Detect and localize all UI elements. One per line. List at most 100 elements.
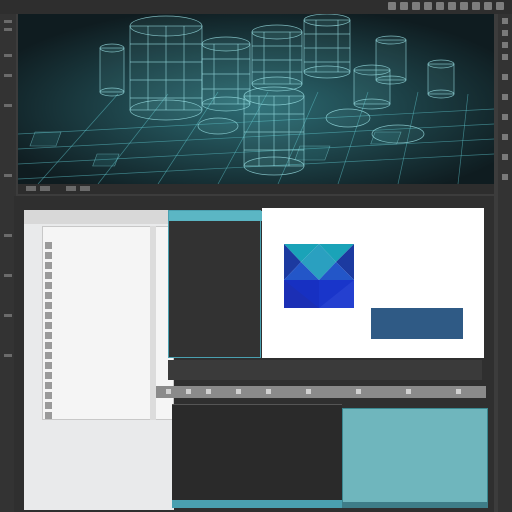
disc: [371, 124, 425, 144]
list-item[interactable]: [43, 371, 153, 380]
layer-icon: [45, 272, 52, 279]
rail-icon[interactable]: [4, 274, 12, 277]
rail-icon[interactable]: [502, 174, 508, 180]
rail-icon[interactable]: [4, 54, 12, 57]
toolbar-button[interactable]: [186, 389, 191, 394]
tool-icon[interactable]: [436, 2, 444, 10]
list-item[interactable]: [43, 261, 153, 270]
toolbar-button[interactable]: [456, 389, 461, 394]
layer-icon: [45, 252, 52, 259]
rail-icon[interactable]: [502, 74, 508, 80]
rail-icon[interactable]: [502, 30, 508, 36]
rail-icon[interactable]: [502, 18, 508, 24]
tool-icon[interactable]: [424, 2, 432, 10]
top-toolbar: [0, 0, 512, 14]
rail-icon[interactable]: [4, 104, 12, 107]
disc: [197, 117, 239, 135]
rail-icon[interactable]: [4, 28, 12, 31]
layer-icon: [45, 302, 52, 309]
toolbar-button[interactable]: [306, 389, 311, 394]
layer-icon: [45, 282, 52, 289]
list-item[interactable]: [43, 361, 153, 370]
cylinder: [303, 14, 351, 79]
teal-status-bar: [342, 502, 488, 508]
code-tab[interactable]: [169, 211, 262, 221]
list-item[interactable]: [43, 311, 153, 320]
rail-icon[interactable]: [4, 20, 12, 23]
cylinder: [243, 86, 305, 176]
list-item[interactable]: [43, 391, 153, 400]
layer-icon: [45, 342, 52, 349]
toolbar-icons: [388, 2, 504, 10]
rail-icon[interactable]: [4, 174, 12, 177]
code-editor[interactable]: [168, 210, 262, 358]
tool-icon[interactable]: [460, 2, 468, 10]
layer-icon: [45, 412, 52, 419]
teal-preview-panel[interactable]: [342, 408, 488, 506]
cylinder: [427, 59, 455, 99]
right-tool-rail: [498, 14, 512, 512]
toolbar-button[interactable]: [206, 389, 211, 394]
rail-icon[interactable]: [502, 114, 508, 120]
left-panel: [24, 210, 174, 510]
layer-icon: [45, 382, 52, 389]
rail-icon[interactable]: [502, 54, 508, 60]
toolbar-button[interactable]: [266, 389, 271, 394]
cylinder: [251, 24, 303, 92]
list-item[interactable]: [43, 351, 153, 360]
preview-panel: [262, 208, 484, 358]
toolbar-button[interactable]: [406, 389, 411, 394]
tool-icon[interactable]: [472, 2, 480, 10]
list-item[interactable]: [43, 381, 153, 390]
layer-icon: [45, 332, 52, 339]
rail-icon[interactable]: [502, 154, 508, 160]
status-icon[interactable]: [80, 186, 90, 191]
layer-icon: [45, 312, 52, 319]
rail-icon[interactable]: [4, 314, 12, 317]
layer-icon: [45, 292, 52, 299]
list-item[interactable]: [43, 291, 153, 300]
rail-icon[interactable]: [4, 74, 12, 77]
left-panel-header: [24, 210, 174, 224]
rail-icon[interactable]: [502, 94, 508, 100]
list-item[interactable]: [43, 341, 153, 350]
tool-icon[interactable]: [412, 2, 420, 10]
list-item[interactable]: [43, 241, 153, 250]
preview-color-block[interactable]: [371, 308, 463, 339]
tool-icon[interactable]: [388, 2, 396, 10]
status-icon[interactable]: [66, 186, 76, 191]
status-icon[interactable]: [26, 186, 36, 191]
toolbar-button[interactable]: [356, 389, 361, 394]
layer-icon: [45, 362, 52, 369]
list-item[interactable]: [43, 331, 153, 340]
cylinder: [99, 43, 125, 97]
terminal-panel[interactable]: [172, 404, 342, 504]
list-item[interactable]: [43, 401, 153, 410]
list-item[interactable]: [43, 271, 153, 280]
toolbar-button[interactable]: [236, 389, 241, 394]
list-item[interactable]: [43, 301, 153, 310]
list-item[interactable]: [43, 251, 153, 260]
geometric-logo: [284, 244, 354, 308]
layer-icon: [45, 392, 52, 399]
3d-viewport[interactable]: [18, 14, 494, 184]
list-item[interactable]: [43, 281, 153, 290]
cylinder: [201, 36, 251, 112]
rail-icon[interactable]: [4, 354, 12, 357]
status-icon[interactable]: [40, 186, 50, 191]
tool-icon[interactable]: [400, 2, 408, 10]
layer-icon: [45, 242, 52, 249]
rail-icon[interactable]: [502, 134, 508, 140]
tool-icon[interactable]: [496, 2, 504, 10]
app-window: [0, 0, 512, 512]
toolbar-button[interactable]: [166, 389, 171, 394]
list-item[interactable]: [43, 411, 153, 420]
rail-icon[interactable]: [4, 234, 12, 237]
rail-icon[interactable]: [502, 42, 508, 48]
terminal-toolbar: [156, 386, 486, 398]
list-item[interactable]: [43, 321, 153, 330]
tool-icon[interactable]: [484, 2, 492, 10]
tool-icon[interactable]: [448, 2, 456, 10]
layer-icon: [45, 352, 52, 359]
cylinder: [129, 15, 203, 121]
